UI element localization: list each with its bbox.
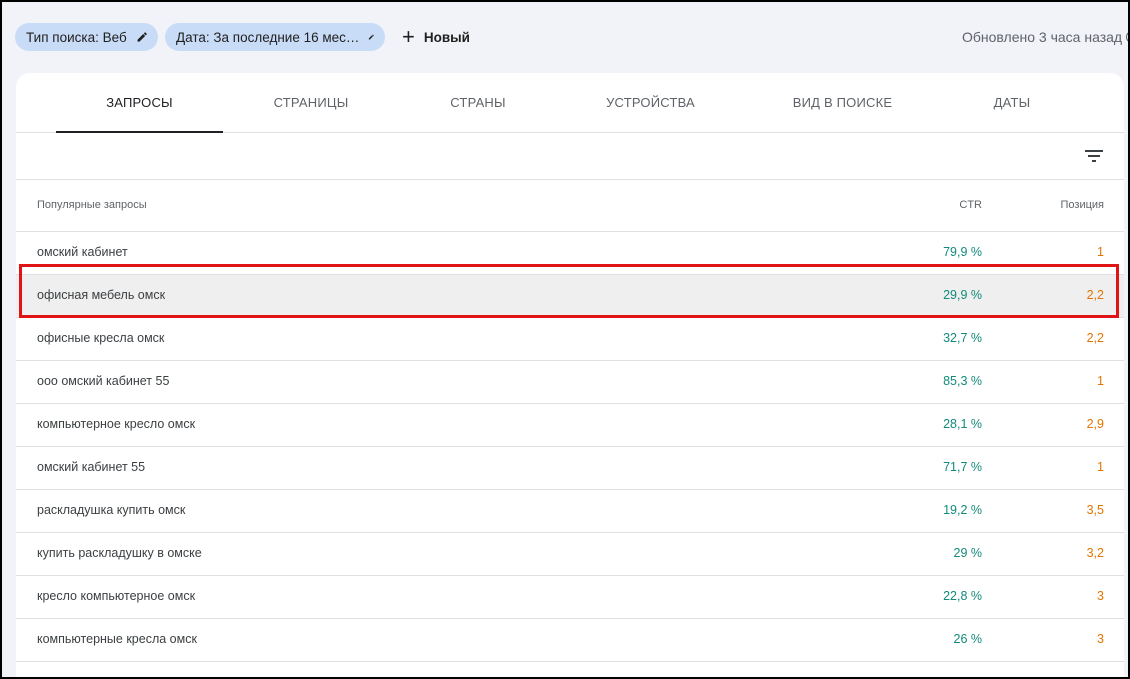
date-chip-label: Дата: За последние 16 мес…: [176, 29, 360, 45]
ctr-cell: 85,3 %: [943, 374, 982, 388]
table-row[interactable]: компьютерные кресла омск 26 % 3: [16, 619, 1124, 662]
last-updated-text: Обновлено 3 часа назад: [962, 29, 1123, 45]
tab-label: СТРАНЫ: [450, 95, 506, 110]
ctr-cell: 22,8 %: [943, 589, 982, 603]
position-cell: 2,2: [1086, 331, 1104, 345]
query-cell: компьютерные кресла омск: [37, 632, 197, 646]
table-row[interactable]: кресло компьютерное омск 22,8 % 3: [16, 576, 1124, 619]
pencil-icon[interactable]: [136, 30, 148, 44]
header-queries[interactable]: Популярные запросы: [37, 199, 147, 211]
position-cell: 1: [1097, 460, 1104, 474]
query-cell: офисные кресла омск: [37, 331, 165, 345]
search-type-chip[interactable]: Тип поиска: Веб: [15, 23, 158, 51]
app-frame: Тип поиска: Веб Дата: За последние 16 ме…: [2, 2, 1128, 677]
filter-list-icon[interactable]: [1082, 144, 1106, 168]
tab-countries[interactable]: СТРАНЫ: [395, 73, 561, 132]
position-cell: 3,5: [1086, 503, 1104, 517]
header-position[interactable]: Позиция: [1061, 199, 1105, 211]
tab-dates[interactable]: ДАТЫ: [948, 73, 1076, 132]
last-updated: Обновлено 3 часа назад: [962, 29, 1128, 45]
position-cell: 1: [1097, 374, 1104, 388]
query-cell: ооо омский кабинет 55: [37, 374, 170, 388]
header-ctr[interactable]: CTR: [959, 199, 982, 211]
query-cell: омский кабинет 55: [37, 460, 146, 474]
tab-queries[interactable]: ЗАПРОСЫ: [56, 73, 223, 133]
tab-label: УСТРОЙСТВА: [606, 95, 695, 110]
query-cell: купить раскладушку в омске: [37, 546, 202, 560]
date-chip[interactable]: Дата: За последние 16 мес…: [165, 23, 385, 51]
ctr-cell: 28,1 %: [943, 417, 982, 431]
tab-pages[interactable]: СТРАНИЦЫ: [228, 73, 394, 132]
ctr-cell: 71,7 %: [943, 460, 982, 474]
position-cell: 3,2: [1086, 546, 1104, 560]
table-row[interactable]: купить раскладушку в омске 29 % 3,2: [16, 533, 1124, 576]
ctr-cell: 19,2 %: [943, 503, 982, 517]
tab-label: СТРАНИЦЫ: [273, 95, 349, 110]
tab-label: ЗАПРОСЫ: [106, 95, 173, 110]
new-filter-button[interactable]: + Новый: [402, 23, 470, 51]
tab-devices[interactable]: УСТРОЙСТВА: [562, 73, 739, 132]
tab-bar: ЗАПРОСЫ СТРАНИЦЫ СТРАНЫ УСТРОЙСТВА ВИД В…: [16, 73, 1124, 133]
position-cell: 3: [1097, 589, 1104, 603]
new-filter-label: Новый: [423, 29, 470, 45]
tab-search-appearance[interactable]: ВИД В ПОИСКЕ: [741, 73, 944, 132]
table-toolbar: [16, 133, 1124, 180]
table-row[interactable]: офисные кресла омск 32,7 % 2,2: [16, 318, 1124, 361]
table-row[interactable]: раскладушка купить омск 19,2 % 3,5: [16, 490, 1124, 533]
ctr-cell: 32,7 %: [943, 331, 982, 345]
report-card: ЗАПРОСЫ СТРАНИЦЫ СТРАНЫ УСТРОЙСТВА ВИД В…: [16, 73, 1124, 677]
highlight-annotation: [19, 264, 1119, 318]
query-cell: компьютерное кресло омск: [37, 417, 196, 431]
table-header: Популярные запросы CTR Позиция: [16, 180, 1124, 232]
position-cell: 2,9: [1086, 417, 1104, 431]
position-cell: 3: [1097, 632, 1104, 646]
clock-icon: [1126, 31, 1128, 43]
tab-label: ВИД В ПОИСКЕ: [792, 95, 893, 110]
ctr-cell: 26 %: [953, 632, 983, 646]
ctr-cell: 79,9 %: [943, 245, 982, 259]
tab-label: ДАТЫ: [993, 95, 1031, 110]
ctr-cell: 29 %: [953, 546, 983, 560]
position-cell: 1: [1097, 245, 1104, 259]
query-cell: раскладушка купить омск: [37, 503, 186, 517]
plus-icon: +: [402, 24, 415, 49]
table-row[interactable]: компьютерное кресло омск 28,1 % 2,9: [16, 404, 1124, 447]
pencil-icon[interactable]: [368, 30, 375, 44]
table-row[interactable]: ооо омский кабинет 55 85,3 % 1: [16, 361, 1124, 404]
query-cell: кресло компьютерное омск: [37, 589, 196, 603]
search-type-chip-label: Тип поиска: Веб: [26, 29, 127, 45]
query-cell: омский кабинет: [37, 245, 128, 259]
table-row[interactable]: омский кабинет 55 71,7 % 1: [16, 447, 1124, 490]
